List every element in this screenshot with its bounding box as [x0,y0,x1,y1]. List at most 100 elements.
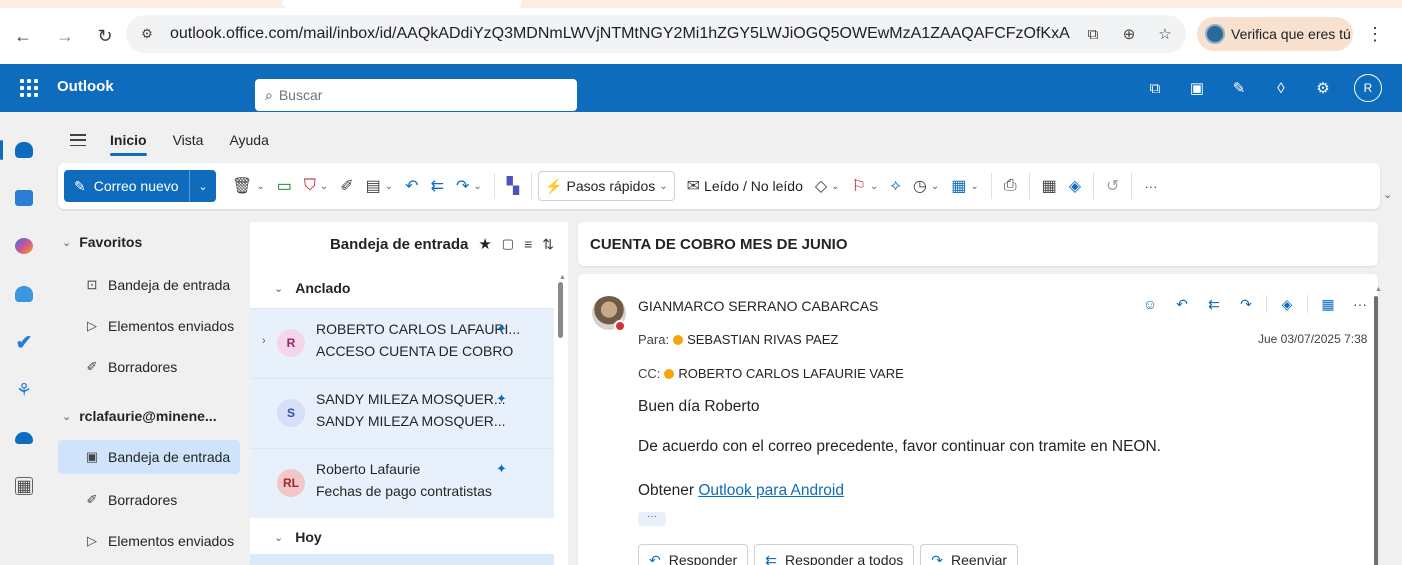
tab-vista[interactable]: Vista [173,132,204,148]
sender-name[interactable]: GIANMARCO SERRANO CABARCAS [638,298,878,314]
categorize-button[interactable]: ◇ ⌄ [809,171,846,201]
flag-button[interactable]: ⚐ ⌄ [846,171,885,201]
copilot-app-icon[interactable] [8,230,40,262]
sort-icon[interactable]: ⇅ [542,236,554,253]
select-icon[interactable]: ▢ [502,236,514,252]
pin-icon[interactable]: ✦ [496,461,507,477]
undo-button[interactable]: ↺ [1100,171,1125,201]
onedrive-app-icon[interactable] [8,422,40,454]
quick-steps-button[interactable]: ⚡ Pasos rápidos ⌄ [538,171,675,201]
forward-button[interactable]: ↷ ⌄ [450,171,488,201]
site-settings-icon[interactable]: ⚙ [136,23,158,45]
install-app-icon[interactable]: ⧉ [1082,23,1104,45]
brand-title[interactable]: Outlook [57,78,114,95]
show-more-button[interactable]: ··· [638,512,666,526]
rules-button[interactable]: ▦ ⌄ [945,171,985,201]
folder-favorites-drafts[interactable]: ✐ Borradores [58,350,240,384]
pin-button[interactable]: ⟡ [884,171,907,201]
reply-icon[interactable]: ↶ [1170,292,1194,316]
menu-kebab-icon[interactable]: ⋮ [1366,24,1384,45]
scroll-up-icon[interactable]: ▲ [1375,286,1382,293]
folder-favorites-sent[interactable]: ▷ Elementos enviados [58,309,240,343]
star-icon[interactable]: ★ [478,235,491,253]
forward-button[interactable]: ↷ Reenviar [920,544,1019,565]
feedback-icon[interactable]: ✎ [1228,77,1250,99]
scroll-up-icon[interactable]: ▲ [559,274,566,281]
delete-button[interactable]: 🗑 ⌄ [226,171,271,201]
chevron-down-icon[interactable]: ⌄ [190,180,216,193]
viva-icon[interactable]: ◈ [1275,292,1299,316]
tab-inicio[interactable]: Inicio [110,132,147,156]
viva-button[interactable]: ◈ [1063,171,1087,201]
mail-app-icon[interactable] [0,134,40,166]
people-app-icon[interactable] [8,278,40,310]
read-unread-button[interactable]: ✉ Leído / No leído [681,171,809,201]
reply-button[interactable]: ↶ Responder [638,544,749,565]
office-app-icon[interactable]: ▣ [1186,77,1208,99]
sender-avatar[interactable] [592,296,626,332]
hamburger-icon[interactable] [70,134,86,146]
more-icon[interactable]: ··· [1348,292,1372,316]
report-button[interactable]: ⛉ ⌄ [298,171,334,201]
apps-button[interactable]: ▦ [1036,171,1063,201]
back-arrow-icon[interactable]: ← [12,25,34,47]
bookmark-star-icon[interactable]: ☆ [1154,23,1176,45]
pin-icon[interactable]: ✦ [496,391,507,407]
search-input[interactable] [278,87,549,103]
todo-app-icon[interactable]: ✔ [8,326,40,358]
more-apps-icon[interactable]: ▦ [8,470,40,502]
reply-all-button[interactable]: ⇇ [425,171,450,201]
app-launcher-icon[interactable] [17,76,39,98]
favorites-group[interactable]: ⌄ Favoritos [62,234,142,250]
snooze-button[interactable]: ◷ ⌄ [907,171,945,201]
forward-arrow-icon[interactable]: → [54,25,76,47]
sweep-button[interactable]: ✐ [334,171,359,201]
list-scrollbar[interactable] [558,282,563,338]
apps-grid-icon[interactable]: ▦ [1316,292,1340,316]
section-pinned[interactable]: ⌄ Anclado [274,280,350,296]
zoom-icon[interactable]: ⊕ [1118,23,1140,45]
folder-favorites-inbox[interactable]: ⊡ Bandeja de entrada [58,268,240,302]
move-button[interactable]: ▤ ⌄ [360,171,400,201]
more-options-button[interactable]: ··· [1138,171,1163,201]
bell-icon[interactable]: ◊ [1270,77,1292,99]
user-avatar[interactable]: R [1354,74,1382,102]
reply-all-icon[interactable]: ⇇ [1202,292,1226,316]
to-recipient[interactable]: SEBASTIAN RIVAS PAEZ [687,332,838,347]
verify-identity-button[interactable]: Verifica que eres tú [1197,17,1353,51]
reload-icon[interactable]: ↻ [94,25,116,47]
section-today[interactable]: ⌄ Hoy [274,529,322,545]
archive-button[interactable]: ▭ [271,171,298,201]
url-text[interactable]: outlook.office.com/mail/inbox/id/AAQkADd… [170,25,1070,43]
list-item[interactable]: › R ROBERTO CARLOS LAFAURI... ACCESO CUE… [250,308,554,378]
org-explorer-icon[interactable]: ⚘ [8,374,40,406]
account-group[interactable]: ⌄ rclafaurie@minene... [62,408,217,424]
list-item[interactable] [250,554,554,565]
chevron-right-icon[interactable]: › [262,335,266,347]
browser-tab[interactable] [282,0,522,8]
folder-drafts[interactable]: ✐ Borradores [58,483,240,517]
chat-icon[interactable]: ⧉ [1144,77,1166,99]
smiley-icon[interactable]: ☺ [1138,292,1162,316]
outlook-android-link[interactable]: Outlook para Android [698,482,844,499]
search-box[interactable]: ⌕ [255,79,577,111]
reply-all-button[interactable]: ⇇ Responder a todos [754,544,915,565]
calendar-app-icon[interactable] [8,182,40,214]
print-button[interactable]: ⎙ [998,171,1023,201]
list-item[interactable]: S SANDY MILEZA MOSQUER... SANDY MILEZA M… [250,378,554,448]
tab-ayuda[interactable]: Ayuda [229,132,268,148]
teams-button[interactable]: ▚ [501,171,525,201]
gear-icon[interactable]: ⚙ [1312,77,1334,99]
forward-icon[interactable]: ↷ [1234,292,1258,316]
folder-sent[interactable]: ▷ Elementos enviados [58,524,240,558]
chevron-down-icon[interactable]: ⌄ [1383,188,1392,201]
new-mail-button[interactable]: ✎ Correo nuevo ⌄ [64,170,216,202]
cc-recipient[interactable]: ROBERTO CARLOS LAFAURIE VARE [678,366,903,381]
address-bar[interactable]: ⚙ outlook.office.com/mail/inbox/id/AAQkA… [126,15,1186,53]
list-item[interactable]: RL Roberto Lafaurie Fechas de pago contr… [250,448,554,518]
pin-icon[interactable]: ✦ [496,321,507,337]
folder-inbox[interactable]: ▣ Bandeja de entrada [58,440,240,474]
reading-scrollbar[interactable] [1374,296,1378,565]
reply-button[interactable]: ↶ [399,171,424,201]
filter-icon[interactable]: ≡ [524,236,532,252]
